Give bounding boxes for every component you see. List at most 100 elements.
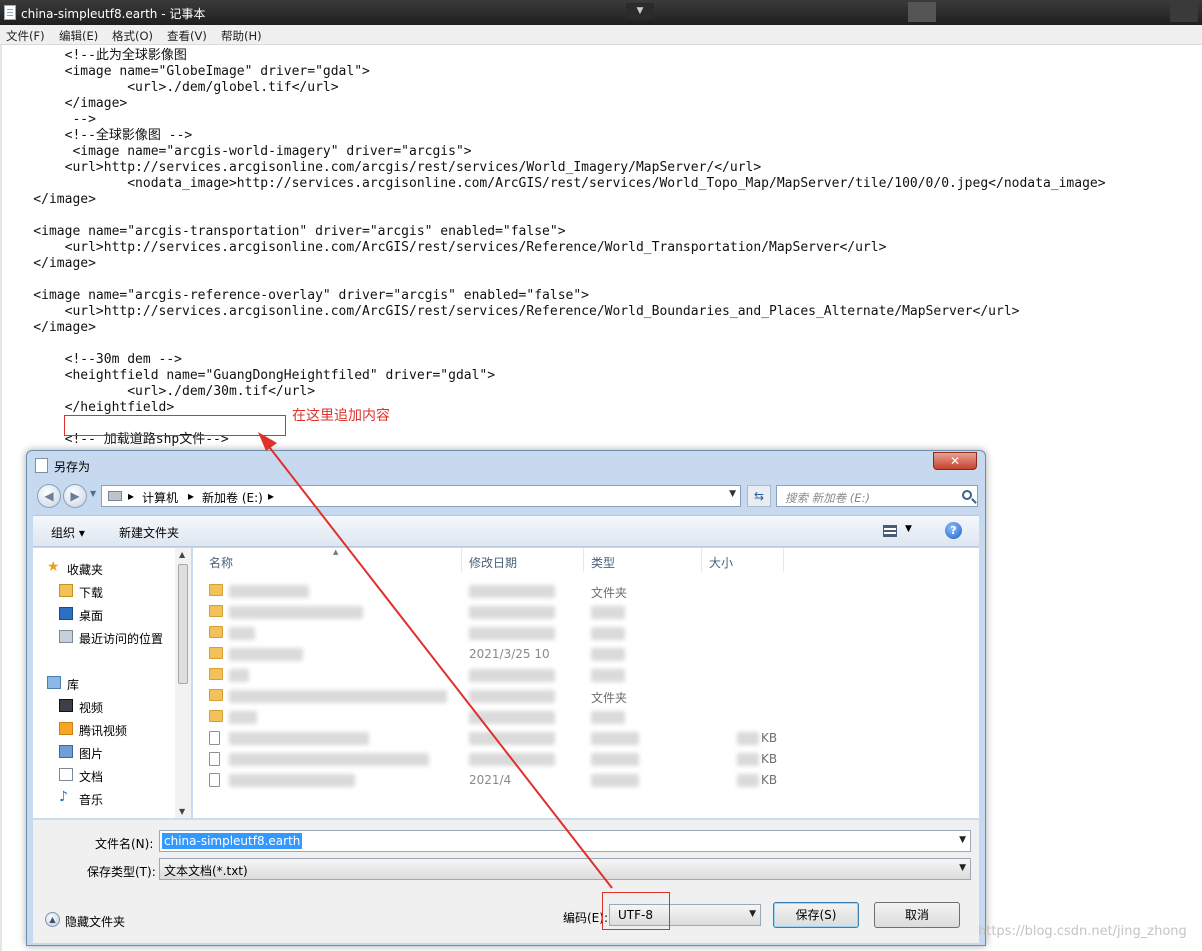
code-line: </heightfield> (2, 400, 175, 415)
nav-label: 图片 (79, 747, 104, 761)
view-options-icon[interactable] (883, 525, 897, 537)
code-line: <image name="GlobeImage" driver="gdal"> (2, 64, 370, 79)
column-type[interactable]: 类型 (591, 554, 615, 571)
code-line: <url>http://services.arcgisonline.com/Ar… (2, 240, 887, 255)
column-size[interactable]: 大小 (709, 554, 733, 571)
minimize-button[interactable] (908, 2, 936, 22)
navigation-scrollbar[interactable]: ▲ ▼ (175, 548, 191, 818)
filename-label: 文件名(N): (95, 837, 154, 851)
menu-view[interactable]: 查看(V) (167, 28, 207, 44)
savetype-select[interactable]: 文本文档(*.txt) ▼ (159, 858, 971, 880)
redacted-date (469, 711, 555, 724)
file-icon (209, 731, 220, 745)
redacted-name (229, 627, 255, 640)
save-button[interactable]: 保存(S) (773, 902, 859, 928)
redacted-type (591, 753, 639, 766)
nav-videos[interactable]: 视频 (33, 696, 183, 716)
file-date: 2021/4 (469, 773, 512, 787)
filename-input[interactable]: china-simpleutf8.earth ▼ (159, 830, 971, 852)
forward-arrow-icon[interactable]: ▶ (63, 484, 87, 508)
chevron-down-icon[interactable]: ▼ (959, 863, 966, 873)
nav-recent-places[interactable]: 最近访问的位置 (33, 627, 183, 647)
back-arrow-icon[interactable]: ◀ (37, 484, 61, 508)
recent-pages-chevron-icon[interactable]: ▼ (90, 489, 96, 498)
refresh-icon[interactable]: ⇆ (747, 485, 771, 507)
file-row[interactable] (209, 623, 969, 644)
folder-icon (209, 626, 223, 638)
help-icon[interactable]: ? (945, 522, 962, 539)
file-row[interactable]: 2021/3/25 10 (209, 644, 969, 665)
column-divider[interactable] (701, 548, 702, 572)
file-row[interactable] (209, 602, 969, 623)
recent-places-icon (59, 630, 73, 643)
file-row[interactable]: 文件夹 (209, 686, 969, 707)
menu-file[interactable]: 文件(F) (6, 28, 45, 44)
redacted-name (229, 774, 355, 787)
desktop-icon (59, 607, 73, 620)
nav-pictures[interactable]: 图片 (33, 742, 183, 762)
scrollbar-thumb[interactable] (178, 564, 188, 684)
address-bar[interactable]: ▸ 计算机 ▸ 新加卷 (E:) ▸ ▼ (101, 485, 741, 507)
nav-music[interactable]: ♪ 音乐 (33, 788, 183, 808)
column-divider[interactable] (461, 548, 462, 572)
column-divider[interactable] (783, 548, 784, 572)
file-row[interactable] (209, 665, 969, 686)
code-line: <heightfield name="GuangDongHeightfiled"… (2, 368, 496, 383)
chevron-down-icon[interactable]: ▼ (626, 3, 654, 19)
redacted-date (469, 732, 555, 745)
music-icon: ♪ (59, 789, 68, 805)
chevron-right-icon[interactable]: ▸ (188, 489, 194, 503)
column-modified[interactable]: 修改日期 (469, 554, 517, 571)
menu-format[interactable]: 格式(O) (112, 28, 153, 44)
chevron-down-icon[interactable]: ▼ (749, 909, 756, 919)
breadcrumb-computer[interactable]: 计算机 (142, 489, 178, 506)
chevron-right-icon[interactable]: ▸ (268, 489, 274, 503)
dialog-toolbar: 组织 ▾ 新建文件夹 ▼ ? (33, 515, 979, 547)
scroll-down-icon[interactable]: ▼ (179, 807, 185, 816)
folder-icon (209, 584, 223, 596)
file-row[interactable]: KB (209, 728, 969, 749)
chevron-right-icon[interactable]: ▸ (128, 489, 134, 503)
nav-tencent-video[interactable]: 腾讯视频 (33, 719, 183, 739)
drive-icon (108, 491, 122, 501)
column-divider[interactable] (583, 548, 584, 572)
file-icon (209, 773, 220, 787)
nav-documents[interactable]: 文档 (33, 765, 183, 785)
close-window-button[interactable] (1170, 2, 1198, 22)
file-size: KB (761, 752, 778, 766)
search-input[interactable]: 搜索 新加卷 (E:) (776, 485, 978, 507)
redacted-type (591, 648, 625, 661)
file-type: 文件夹 (591, 691, 628, 705)
redacted-name (229, 606, 363, 619)
code-line: </image> (2, 320, 96, 335)
menu-help[interactable]: 帮助(H) (221, 28, 262, 44)
nav-desktop[interactable]: 桌面 (33, 604, 183, 624)
menu-edit[interactable]: 编辑(E) (59, 28, 98, 44)
window-title: china-simpleutf8.earth - 记事本 (21, 7, 206, 21)
nav-libraries[interactable]: 库 (33, 673, 183, 693)
file-row[interactable]: 文件夹 (209, 581, 969, 602)
column-name[interactable]: 名称 (209, 554, 233, 571)
file-row[interactable] (209, 707, 969, 728)
chevron-down-icon[interactable]: ▼ (905, 524, 912, 534)
scroll-up-icon[interactable]: ▲ (179, 550, 185, 559)
redacted-size (737, 732, 759, 745)
search-icon[interactable] (962, 490, 972, 500)
breadcrumb-drive-e[interactable]: 新加卷 (E:) (202, 489, 263, 506)
nav-downloads[interactable]: 下载 (33, 581, 183, 601)
file-row[interactable]: KB (209, 749, 969, 770)
menu-bar: 文件(F) 编辑(E) 格式(O) 查看(V) 帮助(H) (0, 25, 1202, 45)
organize-button[interactable]: 组织 ▾ (51, 524, 85, 541)
nav-label: 视频 (79, 701, 104, 715)
redacted-type (591, 732, 639, 745)
file-row[interactable]: 2021/4 KB (209, 770, 969, 791)
chevron-down-icon[interactable]: ▼ (959, 835, 966, 845)
code-line: <!--30m dem --> (2, 352, 183, 367)
nav-label: 桌面 (79, 609, 104, 623)
dialog-close-button[interactable]: ✕ (933, 452, 977, 470)
chevron-down-icon[interactable]: ▼ (729, 489, 736, 499)
nav-favorites[interactable]: ★ 收藏夹 (33, 558, 183, 578)
new-folder-button[interactable]: 新建文件夹 (119, 524, 179, 541)
save-options: 文件名(N): china-simpleutf8.earth ▼ 保存类型(T)… (33, 819, 979, 943)
cancel-button[interactable]: 取消 (874, 902, 960, 928)
